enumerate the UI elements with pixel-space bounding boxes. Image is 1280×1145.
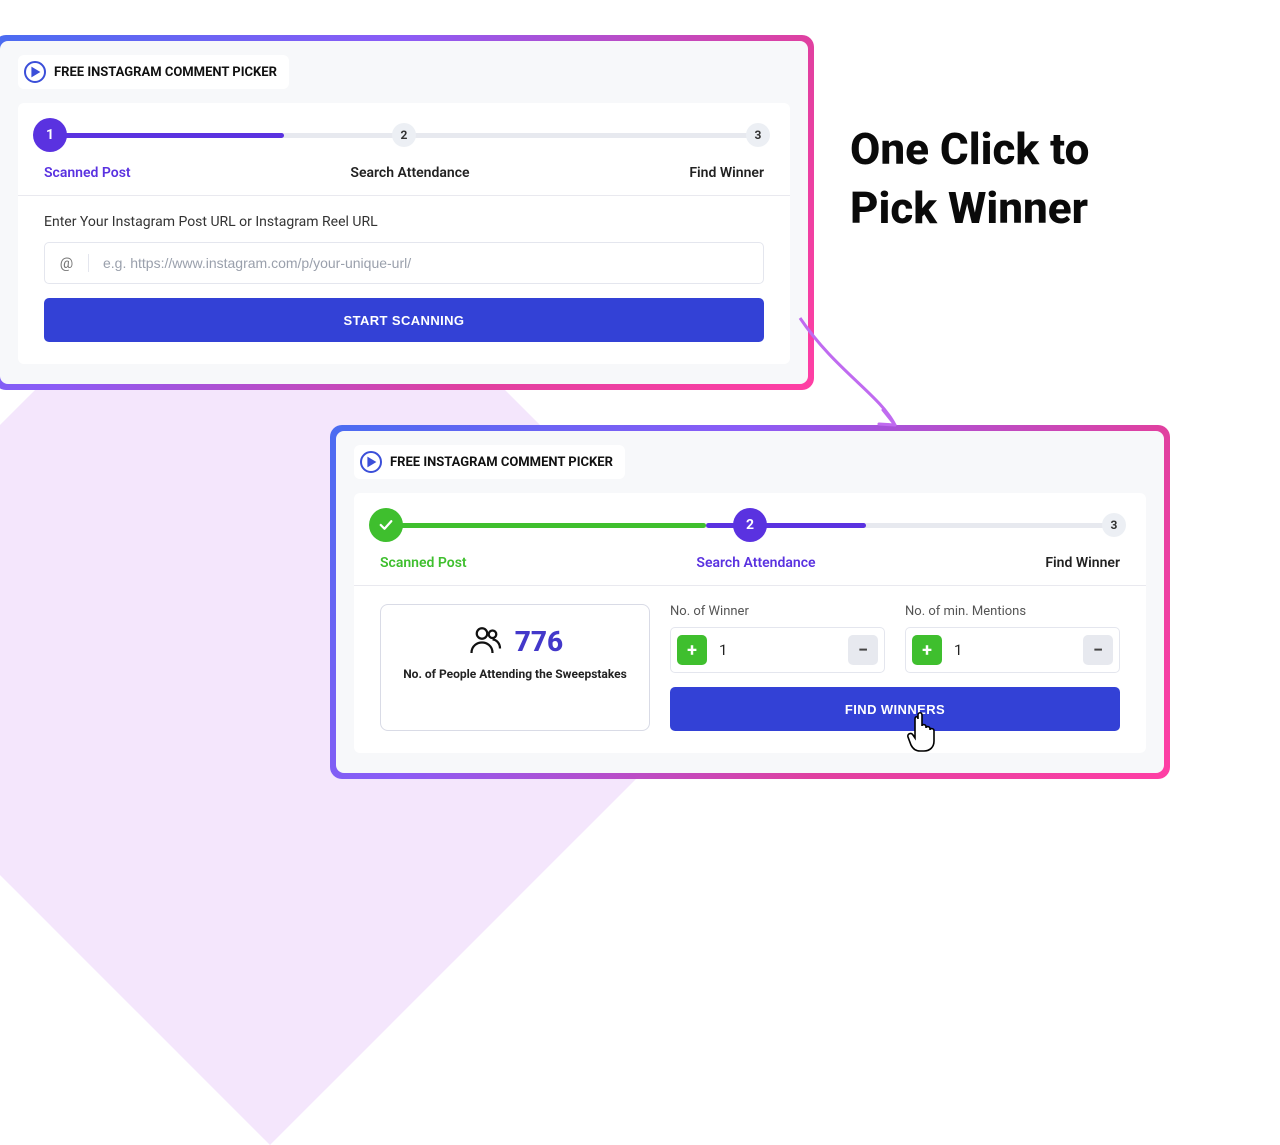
- attendance-label: No. of People Attending the Sweepstakes: [391, 667, 639, 681]
- step-dot-1-done: [369, 508, 403, 542]
- mentions-increment-button[interactable]: +: [912, 635, 942, 665]
- attendance-box: 776 No. of People Attending the Sweepsta…: [380, 604, 650, 731]
- check-icon: [377, 516, 395, 534]
- play-icon: [360, 451, 382, 473]
- step-dot-1: 1: [33, 118, 67, 152]
- at-icon: @: [45, 254, 89, 272]
- mentions-count-field: No. of min. Mentions + 1 −: [905, 604, 1120, 673]
- winner-decrement-button[interactable]: −: [848, 635, 878, 665]
- step-label-2: Search Attendance: [350, 165, 469, 181]
- play-icon: [24, 61, 46, 83]
- url-input-row: @: [44, 242, 764, 284]
- headline-line-2: Pick Winner: [850, 179, 1250, 238]
- card-header: FREE INSTAGRAM COMMENT PICKER: [354, 445, 625, 479]
- card-step-2: FREE INSTAGRAM COMMENT PICKER 2 3 Scanne…: [330, 425, 1170, 779]
- headline-line-1: One Click to: [850, 120, 1250, 179]
- step-dot-3: 3: [746, 123, 770, 147]
- step-dot-2: 2: [392, 123, 416, 147]
- step-dot-3: 3: [1102, 513, 1126, 537]
- winner-increment-button[interactable]: +: [677, 635, 707, 665]
- card-step-1: FREE INSTAGRAM COMMENT PICKER 1 2 3 Scan…: [0, 35, 814, 390]
- step-dot-2-active: 2: [733, 508, 767, 542]
- winner-count-field: No. of Winner + 1 −: [670, 604, 885, 673]
- card-header-text: FREE INSTAGRAM COMMENT PICKER: [390, 455, 613, 470]
- url-input[interactable]: [89, 255, 763, 271]
- card-header-text: FREE INSTAGRAM COMMENT PICKER: [54, 65, 277, 80]
- step-label-2: Search Attendance: [696, 555, 815, 571]
- find-winners-button[interactable]: FIND WINNERS: [670, 687, 1120, 731]
- mentions-value: 1: [950, 641, 1075, 659]
- mentions-count-label: No. of min. Mentions: [905, 604, 1120, 619]
- stepper: 1 2 3 Scanned Post Search Attendance Fin…: [18, 103, 790, 196]
- step-label-1: Scanned Post: [380, 555, 467, 571]
- flow-arrow-icon: [785, 310, 935, 460]
- headline: One Click to Pick Winner: [850, 120, 1250, 239]
- stepper: 2 3 Scanned Post Search Attendance Find …: [354, 493, 1146, 586]
- card-header: FREE INSTAGRAM COMMENT PICKER: [18, 55, 289, 89]
- cursor-hand-icon: [904, 709, 944, 755]
- step-label-3: Find Winner: [689, 165, 764, 181]
- winner-value: 1: [715, 641, 840, 659]
- winner-count-label: No. of Winner: [670, 604, 885, 619]
- step-label-1: Scanned Post: [44, 165, 131, 181]
- people-icon: [467, 623, 503, 659]
- attendance-count: 776: [515, 625, 563, 658]
- start-scanning-button[interactable]: START SCANNING: [44, 298, 764, 342]
- url-prompt: Enter Your Instagram Post URL or Instagr…: [44, 214, 764, 230]
- mentions-decrement-button[interactable]: −: [1083, 635, 1113, 665]
- step-label-3: Find Winner: [1045, 555, 1120, 571]
